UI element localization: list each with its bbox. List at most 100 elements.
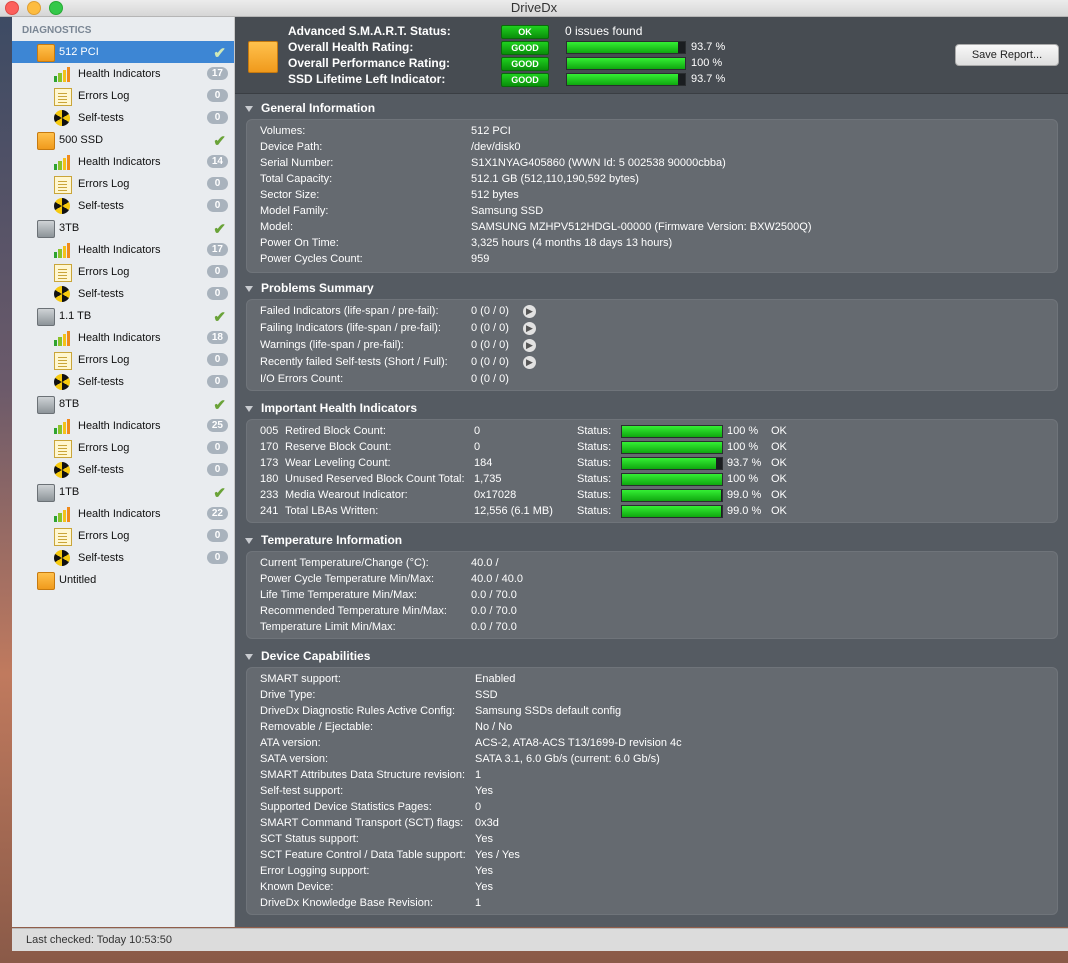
details-arrow-button[interactable]: ▶	[523, 339, 536, 352]
sidebar-item-self-tests[interactable]: Self-tests 0	[12, 283, 234, 305]
sidebar-item-errors-log[interactable]: Errors Log 0	[12, 437, 234, 459]
summary-text: 0 issues found	[565, 24, 643, 38]
sidebar-item-self-tests[interactable]: Self-tests 0	[12, 107, 234, 129]
count-badge: 0	[207, 199, 228, 212]
errors-log-icon	[54, 88, 72, 106]
info-value: Yes	[475, 785, 493, 797]
info-value: Samsung SSDs default config	[475, 705, 622, 717]
indicator-id: 173	[260, 457, 279, 469]
sidebar-item-self-tests[interactable]: Self-tests 0	[12, 459, 234, 481]
indicator-name: Reserve Block Count:	[285, 441, 392, 453]
info-label: Power Cycles Count:	[260, 253, 363, 265]
sidebar-item-label: Health Indicators	[78, 68, 161, 80]
errors-log-icon	[54, 528, 72, 546]
zoom-window-button[interactable]	[49, 1, 63, 15]
status-label: Status:	[577, 457, 612, 469]
indicator-value: 1,735	[474, 473, 502, 485]
indicator-state: OK	[771, 441, 787, 453]
sidebar-item-health-indicators[interactable]: Health Indicators 25	[12, 415, 234, 437]
checkmark-icon: ✔	[213, 221, 226, 238]
panel-problems: Failed Indicators (life-span / pre-fail)…	[246, 299, 1058, 391]
section-title-health[interactable]: Important Health Indicators	[245, 401, 417, 415]
info-label: Serial Number:	[260, 157, 334, 169]
info-value: 512.1 GB (512,110,190,592 bytes)	[471, 173, 639, 185]
info-label: Supported Device Statistics Pages:	[260, 801, 432, 813]
info-label: SCT Feature Control / Data Table support…	[260, 849, 466, 861]
sidebar-item-self-tests[interactable]: Self-tests 0	[12, 195, 234, 217]
indicator-value: 0x17028	[474, 489, 517, 501]
summary-row: Advanced S.M.A.R.T. Status: OK 0 issues fo…	[235, 23, 935, 39]
sidebar-item-health-indicators[interactable]: Health Indicators 22	[12, 503, 234, 525]
indicator-state: OK	[771, 425, 787, 437]
drive-orange-icon	[37, 572, 55, 590]
sidebar-drive-3[interactable]: 1.1 TB ✔	[12, 305, 234, 327]
section-title-temperature[interactable]: Temperature Information	[245, 533, 402, 547]
sidebar-drive-2[interactable]: 3TB ✔	[12, 217, 234, 239]
sidebar-item-self-tests[interactable]: Self-tests 0	[12, 371, 234, 393]
info-value: 40.0 /	[471, 557, 499, 569]
sidebar-item-errors-log[interactable]: Errors Log 0	[12, 173, 234, 195]
errors-log-icon	[54, 352, 72, 370]
sidebar-item-health-indicators[interactable]: Health Indicators 17	[12, 63, 234, 85]
sidebar-drive-0[interactable]: 512 PCI ✔	[12, 41, 234, 63]
window-title: DriveDx	[510, 0, 558, 15]
sidebar-drive-label: 8TB	[59, 398, 80, 410]
sidebar-item-label: Errors Log	[78, 266, 130, 278]
sidebar-drive-label: 3TB	[59, 222, 80, 234]
sidebar-item-health-indicators[interactable]: Health Indicators 14	[12, 151, 234, 173]
sidebar-item-errors-log[interactable]: Errors Log 0	[12, 85, 234, 107]
details-arrow-button[interactable]: ▶	[523, 356, 536, 369]
sidebar-item-errors-log[interactable]: Errors Log 0	[12, 261, 234, 283]
sidebar-drive-untitled[interactable]: Untitled	[12, 569, 234, 591]
rating-percent: 93.7 %	[691, 73, 726, 85]
count-badge: 17	[206, 243, 228, 256]
save-report-button[interactable]: Save Report...	[955, 44, 1059, 66]
sidebar-item-label: Self-tests	[78, 376, 124, 388]
indicator-bar-fill	[622, 474, 722, 485]
indicator-percent: 99.0 %	[727, 505, 762, 517]
details-arrow-button[interactable]: ▶	[523, 322, 536, 335]
info-value: 0x3d	[475, 817, 499, 829]
problem-label: I/O Errors Count:	[260, 373, 344, 385]
indicator-name: Wear Leveling Count:	[285, 457, 391, 469]
minimize-window-button[interactable]	[27, 1, 41, 15]
info-label: Power On Time:	[260, 237, 339, 249]
info-label: Known Device:	[260, 881, 334, 893]
rating-percent: 93.7 %	[691, 41, 726, 53]
section-title-text: Temperature Information	[261, 533, 403, 547]
summary-label: SSD Lifetime Left Indicator:	[288, 72, 446, 86]
section-title-general[interactable]: General Information	[245, 101, 375, 115]
sidebar-drive-5[interactable]: 1TB ✔	[12, 481, 234, 503]
info-label: Current Temperature/Change (°C):	[260, 557, 429, 569]
disclosure-triangle-icon	[245, 105, 253, 112]
section-title-problems[interactable]: Problems Summary	[245, 281, 374, 295]
sidebar-item-errors-log[interactable]: Errors Log 0	[12, 525, 234, 547]
count-badge: 25	[206, 419, 228, 432]
sidebar-item-label: Health Indicators	[78, 244, 161, 256]
sidebar-drive-label: 1TB	[59, 486, 80, 498]
sidebar-drive-1[interactable]: 500 SSD ✔	[12, 129, 234, 151]
problem-label: Recently failed Self-tests (Short / Full…	[260, 356, 448, 368]
sidebar-drive-4[interactable]: 8TB ✔	[12, 393, 234, 415]
details-arrow-button[interactable]: ▶	[523, 305, 536, 318]
sidebar-item-health-indicators[interactable]: Health Indicators 18	[12, 327, 234, 349]
section-title-text: General Information	[261, 101, 376, 115]
sidebar-item-self-tests[interactable]: Self-tests 0	[12, 547, 234, 569]
section-title-capabilities[interactable]: Device Capabilities	[245, 649, 370, 663]
info-label: Total Capacity:	[260, 173, 333, 185]
close-window-button[interactable]	[5, 1, 19, 15]
info-label: SMART Attributes Data Structure revision…	[260, 769, 466, 781]
problem-value: 0 (0 / 0)	[471, 305, 509, 317]
main-content: Save Report... Advanced S.M.A.R.T. Statu…	[235, 17, 1068, 927]
sidebar-item-errors-log[interactable]: Errors Log 0	[12, 349, 234, 371]
panel-capabilities: SMART support: Enabled Drive Type: SSD Drive…	[246, 667, 1058, 915]
indicator-percent: 99.0 %	[727, 489, 762, 501]
sidebar-item-label: Self-tests	[78, 200, 124, 212]
count-badge: 0	[207, 529, 228, 542]
sidebar-item-label: Errors Log	[78, 442, 130, 454]
checkmark-icon: ✔	[213, 133, 226, 150]
count-badge: 17	[206, 67, 228, 80]
last-checked-text: Last checked: Today 10:53:50	[26, 934, 172, 946]
rating-bar-fill	[567, 42, 678, 53]
sidebar-item-health-indicators[interactable]: Health Indicators 17	[12, 239, 234, 261]
